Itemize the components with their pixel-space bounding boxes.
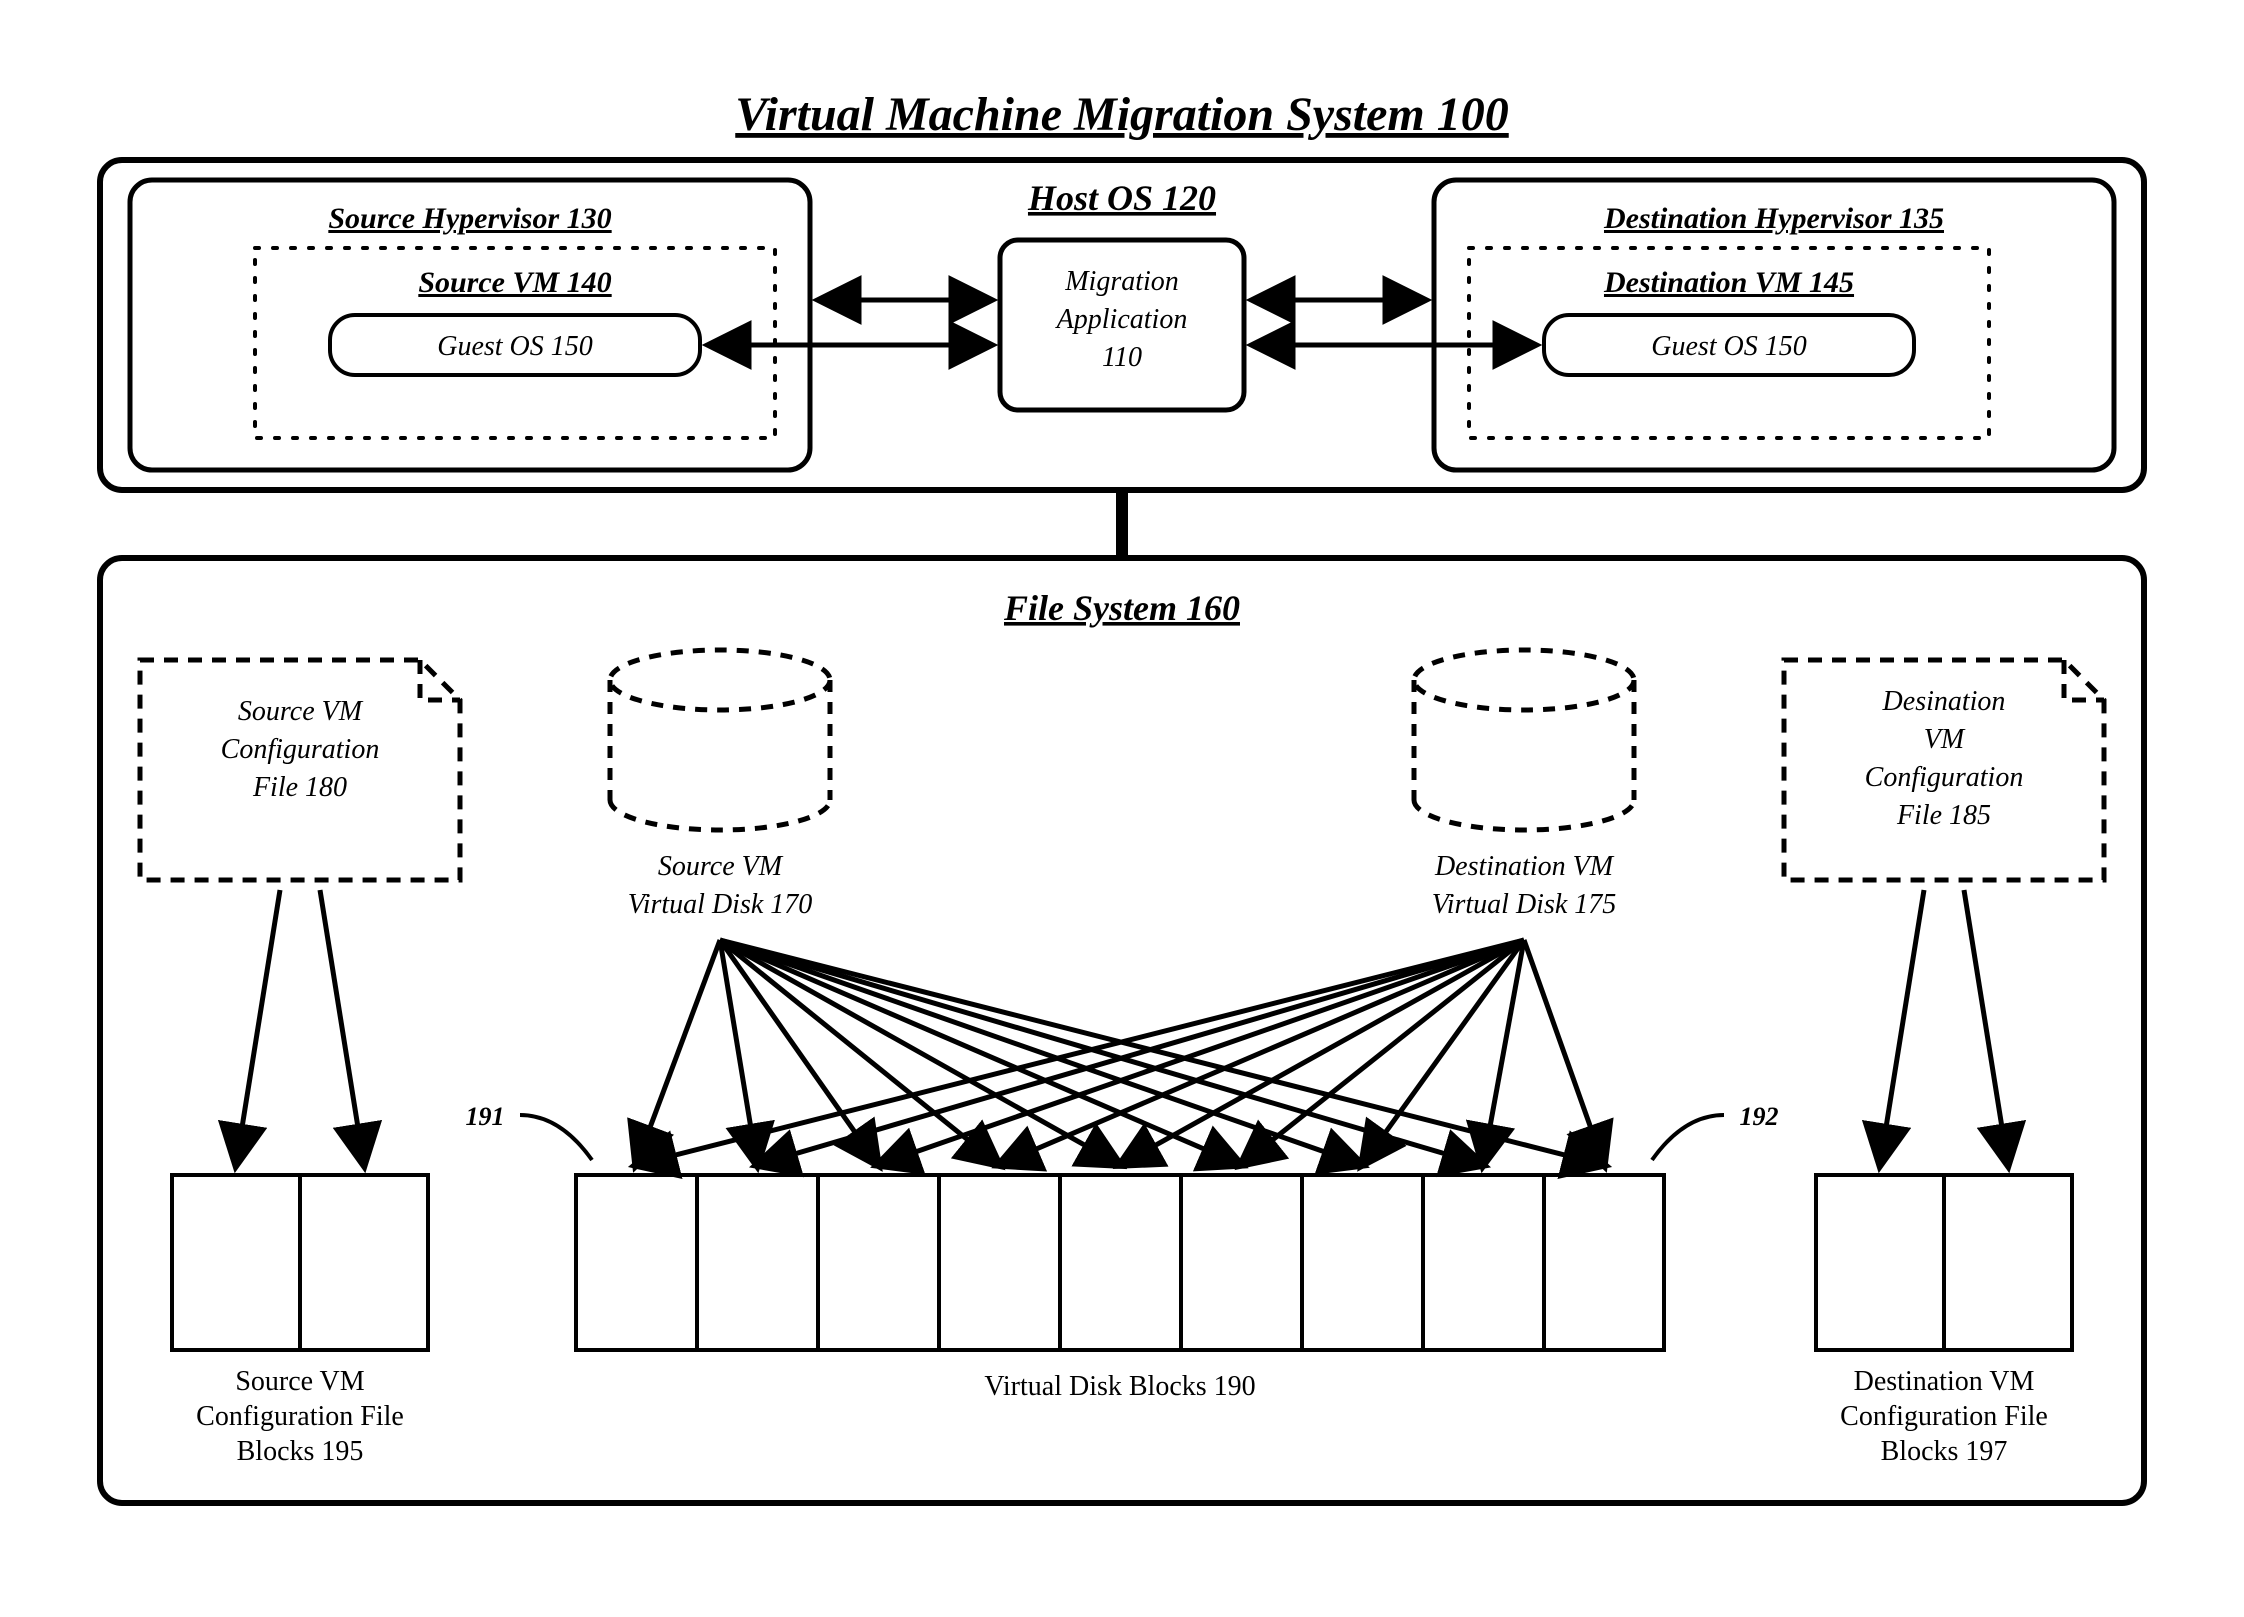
- src-cfg-l3: File 180: [252, 772, 347, 803]
- arrow-srccfg-block1: [236, 890, 280, 1165]
- dst-disk-l1: Destination VM: [1434, 851, 1615, 882]
- dst-blocks-l1: Destination VM: [1854, 1366, 2035, 1397]
- dst-blocks-l2: Configuration File: [1840, 1401, 2048, 1432]
- dest-virtual-disk: Destination VM Virtual Disk 175: [1414, 650, 1634, 920]
- source-config-file: Source VM Configuration File 180: [140, 660, 460, 880]
- dest-config-file: Desination VM Configuration File 185: [1784, 660, 2104, 880]
- connector-bar: [1116, 490, 1128, 558]
- arrow-dstcfg-block2: [1964, 890, 2008, 1165]
- vdisk-blocks-label: Virtual Disk Blocks 190: [984, 1371, 1255, 1402]
- migration-app-l3: 110: [1102, 342, 1142, 373]
- main-title: Virtual Machine Migration System 100: [735, 88, 1508, 141]
- arrow-dstcfg-block1: [1880, 890, 1924, 1165]
- source-virtual-disk: Source VM Virtual Disk 170: [610, 650, 830, 920]
- src-disk-l2: Virtual Disk 170: [628, 889, 813, 920]
- dest-guest-os-label: Guest OS 150: [1651, 331, 1807, 362]
- dst-cfg-l4: File 185: [1896, 800, 1991, 831]
- ref-191-leader: [520, 1115, 592, 1160]
- dest-vm-label: Destination VM 145: [1603, 266, 1854, 299]
- ref-191-label: 191: [466, 1102, 505, 1131]
- source-vm-label: Source VM 140: [418, 266, 611, 299]
- migration-app-l1: Migration: [1064, 266, 1179, 297]
- src-blocks-l1: Source VM: [235, 1366, 364, 1397]
- dst-blocks-l3: Blocks 197: [1881, 1436, 2008, 1467]
- dst-disk-l2: Virtual Disk 175: [1432, 889, 1617, 920]
- file-system-box: [100, 558, 2144, 1503]
- dest-config-blocks: Destination VM Configuration File Blocks…: [1816, 1175, 2072, 1467]
- dst-cfg-l1: Desination: [1882, 686, 2006, 717]
- ref-192-label: 192: [1740, 1102, 1779, 1131]
- src-cfg-l1: Source VM: [238, 696, 364, 727]
- src-blocks-l3: Blocks 195: [237, 1436, 364, 1467]
- dst-cfg-l2: VM: [1924, 724, 1966, 755]
- source-guest-os-label: Guest OS 150: [437, 331, 593, 362]
- src-blocks-l2: Configuration File: [196, 1401, 404, 1432]
- host-os-label: Host OS 120: [1027, 178, 1216, 218]
- dest-hypervisor-label: Destination Hypervisor 135: [1603, 202, 1944, 235]
- diagram-canvas: Virtual Machine Migration System 100 Hos…: [0, 0, 2244, 1617]
- virtual-disk-blocks: Virtual Disk Blocks 190: [576, 1175, 1664, 1402]
- src-disk-l1: Source VM: [658, 851, 784, 882]
- source-hypervisor-label: Source Hypervisor 130: [328, 202, 611, 235]
- migration-app-l2: Application: [1055, 304, 1188, 335]
- file-system-label: File System 160: [1003, 588, 1240, 628]
- src-cfg-l2: Configuration: [221, 734, 380, 765]
- dst-cfg-l3: Configuration: [1865, 762, 2024, 793]
- ref-192-leader: [1652, 1115, 1724, 1160]
- source-config-blocks: Source VM Configuration File Blocks 195: [172, 1175, 428, 1467]
- arrow-srccfg-block2: [320, 890, 364, 1165]
